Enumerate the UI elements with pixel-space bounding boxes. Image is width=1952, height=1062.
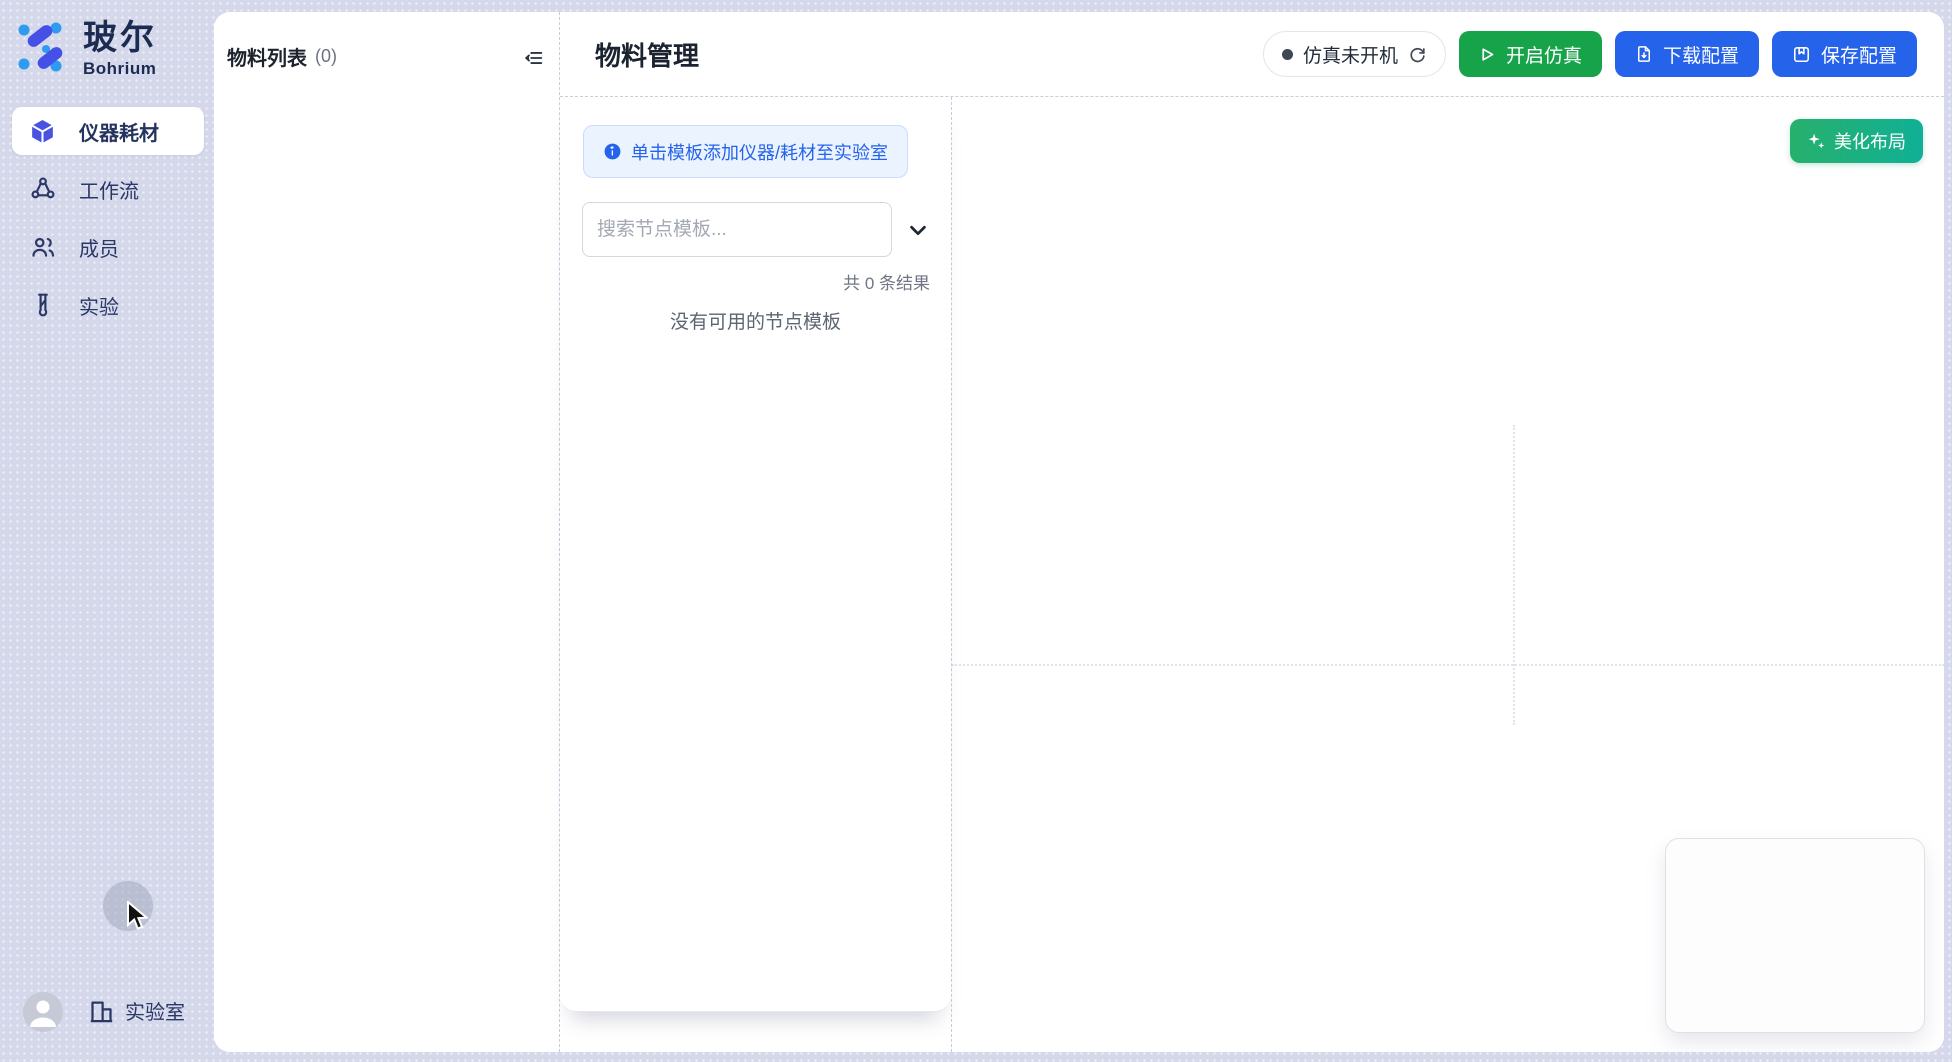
sidebar-nav: 仪器耗材 工作流 成员 [12,107,204,339]
lab-entry-label: 实验室 [125,996,185,1025]
sidebar: 玻尔 Bohrium 仪器耗材 工作流 [0,0,214,1062]
panel-canvas-divider [951,97,952,1052]
brand-name: 玻尔 [83,18,157,58]
materials-panel: 物料列表 (0) [214,12,560,1052]
sidebar-item-instruments[interactable]: 仪器耗材 [12,107,204,155]
sparkles-icon [1807,132,1826,151]
empty-templates-message: 没有可用的节点模板 [560,307,951,334]
sidebar-item-experiments[interactable]: 实验 [12,281,204,329]
status-text: 仿真未开机 [1303,41,1398,68]
brand-subtitle: Bohrium [83,59,157,79]
canvas-guide-vertical [1513,425,1515,725]
hint-text: 单击模板添加仪器/耗材至实验室 [631,139,888,165]
users-icon [29,234,56,261]
canvas-guide-horizontal [952,664,1944,666]
materials-count: (0) [315,46,337,67]
beautify-layout-button[interactable]: 美化布局 [1790,119,1923,163]
file-download-icon [1635,44,1653,64]
sidebar-item-label: 成员 [79,233,119,262]
info-icon [603,142,622,161]
minimap[interactable] [1665,838,1925,1033]
start-simulation-button[interactable]: 开启仿真 [1459,31,1602,77]
sidebar-item-workflow[interactable]: 工作流 [12,165,204,213]
main-column: 物料管理 仿真未开机 [560,12,1944,1052]
workflow-nodes-icon [29,176,56,203]
save-config-button[interactable]: 保存配置 [1772,31,1917,77]
download-config-label: 下载配置 [1663,41,1739,68]
hint-banner: 单击模板添加仪器/耗材至实验室 [583,125,908,178]
chevron-down-icon[interactable] [902,215,934,245]
save-config-label: 保存配置 [1821,41,1897,68]
building-icon [88,997,115,1025]
flow-canvas[interactable]: 单击模板添加仪器/耗材至实验室 共 0 条结果 没有可用的节点模板 [560,97,1944,1052]
brand: 玻尔 Bohrium [16,18,157,79]
bohrium-logo-icon [16,18,74,76]
avatar[interactable] [23,992,63,1032]
cube-icon [29,118,56,145]
template-panel: 单击模板添加仪器/耗材至实验室 共 0 条结果 没有可用的节点模板 [560,97,951,1012]
sidebar-item-label: 仪器耗材 [79,117,159,146]
sidebar-item-label: 工作流 [79,175,139,204]
template-search-input[interactable] [582,202,892,257]
beautify-layout-label: 美化布局 [1834,128,1906,154]
main-header: 物料管理 仿真未开机 [560,12,1944,97]
main-card: 物料列表 (0) 物料管理 仿真未开机 [214,12,1944,1052]
lab-entry[interactable]: 实验室 [88,996,185,1025]
mouse-cursor [126,901,152,933]
page-title: 物料管理 [595,36,699,73]
sidebar-item-label: 实验 [79,291,119,320]
start-simulation-label: 开启仿真 [1506,41,1582,68]
result-count: 共 0 条结果 [843,269,930,294]
download-config-button[interactable]: 下载配置 [1615,31,1759,77]
status-dot-icon [1282,49,1293,60]
collapse-panel-icon[interactable] [521,45,547,71]
play-icon [1479,46,1496,63]
materials-panel-title: 物料列表 [227,42,307,71]
refresh-icon[interactable] [1408,45,1427,64]
sidebar-bottom: 实验室 [0,988,214,1036]
save-bookmark-icon [1792,45,1811,64]
sidebar-item-members[interactable]: 成员 [12,223,204,271]
simulation-status-pill[interactable]: 仿真未开机 [1263,31,1446,77]
test-tube-icon [29,292,56,319]
